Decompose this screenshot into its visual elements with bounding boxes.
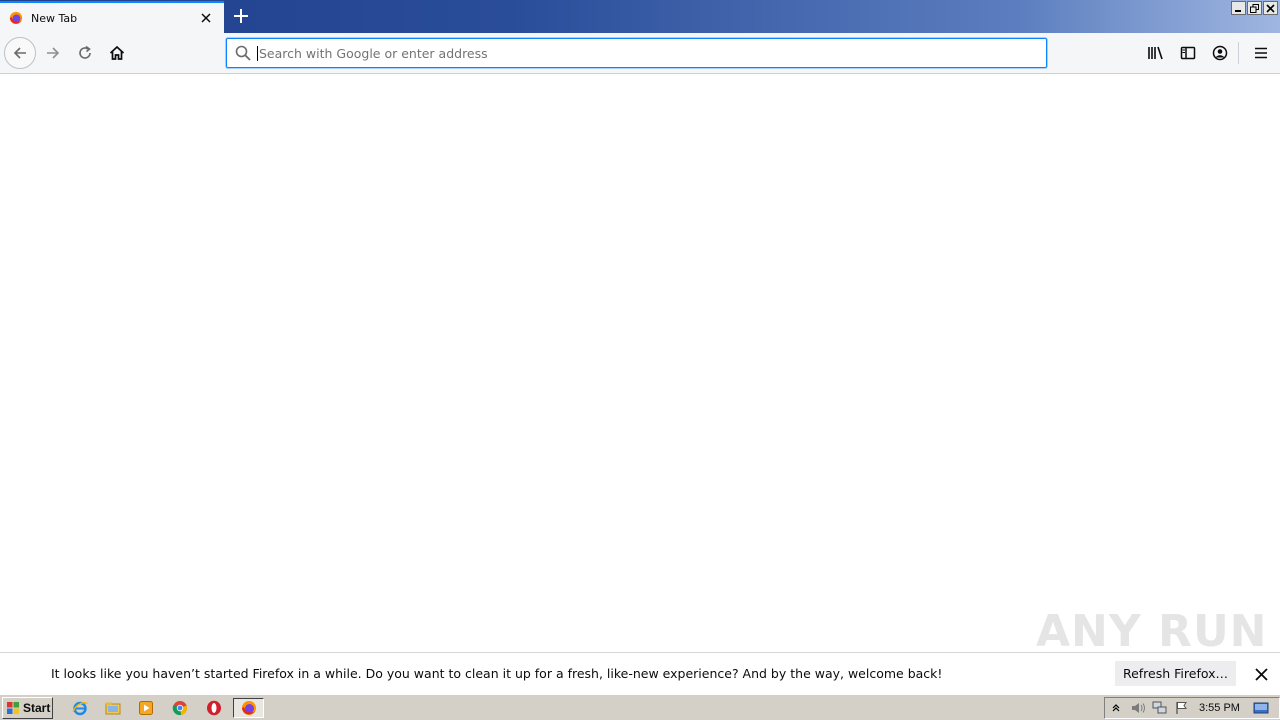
home-icon[interactable] — [101, 37, 133, 69]
tab-new-tab[interactable]: New Tab — [0, 1, 224, 33]
windows-logo-icon — [7, 702, 19, 714]
tab-strip: New Tab — [0, 0, 1280, 33]
text-caret — [257, 45, 258, 61]
library-icon[interactable] — [1140, 37, 1172, 69]
window-controls — [1231, 1, 1278, 15]
url-input[interactable] — [259, 41, 1019, 65]
start-button[interactable]: Start — [2, 697, 53, 719]
page-content[interactable] — [0, 74, 1280, 652]
arrow-right-icon[interactable] — [37, 37, 69, 69]
chrome-icon[interactable] — [166, 698, 194, 718]
close-icon[interactable] — [1263, 1, 1278, 15]
internet-explorer-icon[interactable] — [66, 698, 94, 718]
opera-icon[interactable] — [200, 698, 228, 718]
network-icon[interactable] — [1149, 699, 1171, 717]
plus-icon[interactable] — [228, 4, 254, 28]
url-bar[interactable] — [226, 38, 1047, 68]
start-label: Start — [23, 701, 51, 715]
file-explorer-icon[interactable] — [99, 698, 127, 718]
system-tray: 3:55 PM — [1104, 697, 1280, 719]
flag-icon[interactable] — [1171, 699, 1193, 717]
nav-toolbar — [0, 33, 1280, 74]
arrow-left-icon[interactable] — [4, 37, 36, 69]
refresh-firefox-button[interactable]: Refresh Firefox… — [1115, 661, 1236, 686]
media-player-icon[interactable] — [132, 698, 160, 718]
firefox-taskbar-icon[interactable] — [233, 698, 264, 718]
firefox-icon — [241, 701, 256, 715]
volume-icon[interactable] — [1127, 699, 1149, 717]
refresh-notification-bar: It looks like you haven’t started Firefo… — [0, 652, 1280, 694]
taskbar: Start 3:55 PM — [0, 694, 1280, 720]
show-desktop-icon[interactable] — [1250, 699, 1272, 717]
search-icon — [229, 39, 257, 67]
toolbar-divider — [1238, 42, 1239, 64]
minimize-icon[interactable] — [1231, 1, 1246, 15]
firefox-icon — [9, 11, 23, 25]
restore-icon[interactable] — [1247, 1, 1262, 15]
menu-icon[interactable] — [1245, 37, 1277, 69]
account-icon[interactable] — [1204, 37, 1236, 69]
close-tab-icon[interactable] — [198, 10, 214, 26]
chevron-up-icon[interactable] — [1105, 699, 1127, 717]
watermark: ANY RUN — [1036, 606, 1268, 657]
notification-message: It looks like you haven’t started Firefo… — [51, 666, 943, 681]
close-icon[interactable] — [1252, 665, 1270, 683]
clock[interactable]: 3:55 PM — [1199, 702, 1240, 714]
sidebar-icon[interactable] — [1172, 37, 1204, 69]
tab-title: New Tab — [31, 11, 78, 25]
reload-icon[interactable] — [69, 37, 101, 69]
